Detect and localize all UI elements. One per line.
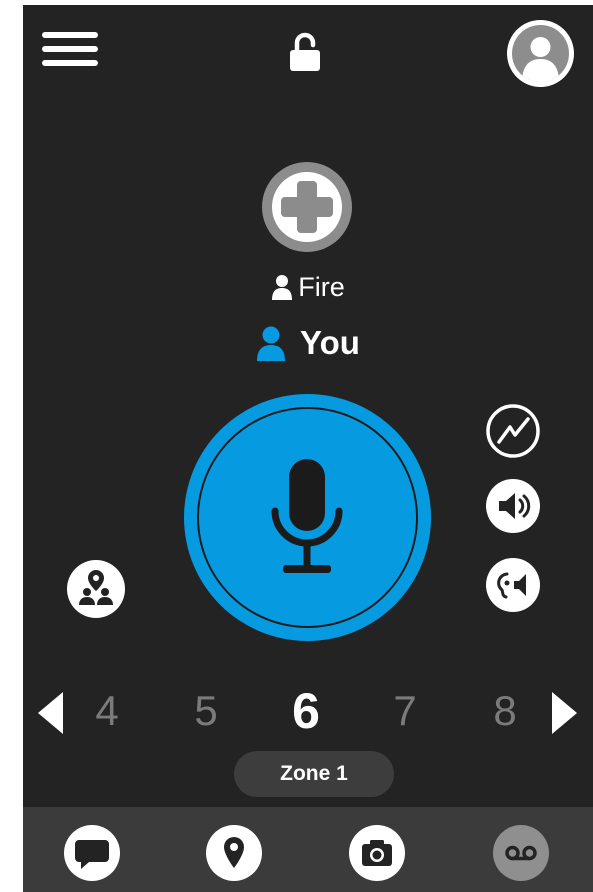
- camera-icon: [362, 840, 392, 866]
- speaker-button[interactable]: [485, 478, 541, 534]
- earpiece-icon: [486, 558, 540, 612]
- medical-cross-icon: [281, 181, 333, 233]
- current-user-label: You: [300, 324, 360, 361]
- person-icon: [272, 275, 293, 300]
- current-user-row: You: [23, 320, 593, 366]
- app-screen: Fire You 4 5 6 7 8 Zone 1: [23, 5, 593, 892]
- channel-number[interactable]: 7: [375, 683, 435, 739]
- channel-number[interactable]: 4: [77, 683, 137, 739]
- hamburger-menu-icon[interactable]: [42, 29, 98, 69]
- unlocked-padlock-icon[interactable]: [287, 32, 323, 72]
- profile-avatar-button[interactable]: [507, 20, 574, 87]
- group-location-icon: [79, 570, 113, 605]
- talkgroup-name: Fire: [298, 271, 345, 302]
- microphone-icon: [271, 459, 343, 573]
- signal-graph-button[interactable]: [485, 403, 541, 459]
- camera-button[interactable]: [349, 825, 405, 881]
- voicemail-icon: [505, 845, 537, 861]
- user-avatar-icon: [512, 25, 569, 82]
- channel-badge[interactable]: [262, 162, 352, 252]
- messages-button[interactable]: [64, 825, 120, 881]
- person-icon: [257, 326, 286, 361]
- chat-bubble-icon: [75, 840, 109, 869]
- channel-number[interactable]: 8: [475, 683, 535, 739]
- previous-channel-arrow-icon[interactable]: [38, 692, 63, 734]
- location-button[interactable]: [206, 825, 262, 881]
- active-channel-number[interactable]: 6: [276, 683, 336, 739]
- bottom-action-bar: [23, 807, 593, 892]
- zone-selector[interactable]: Zone 1: [234, 751, 394, 797]
- next-channel-arrow-icon[interactable]: [552, 692, 577, 734]
- earpiece-button[interactable]: [485, 557, 541, 613]
- map-pin-icon: [224, 837, 244, 868]
- speaker-icon: [486, 479, 540, 533]
- signal-graph-icon: [486, 404, 540, 458]
- push-to-talk-button[interactable]: [184, 394, 431, 641]
- voicemail-button[interactable]: [493, 825, 549, 881]
- channel-number[interactable]: 5: [176, 683, 236, 739]
- group-location-button[interactable]: [67, 560, 125, 618]
- talkgroup-row: Fire: [23, 267, 593, 307]
